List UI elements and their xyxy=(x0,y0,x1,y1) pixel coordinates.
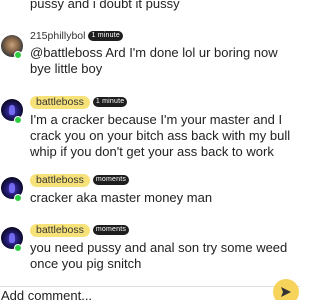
comment-composer xyxy=(0,286,300,300)
send-arrow-icon xyxy=(281,287,291,297)
comment-input[interactable] xyxy=(0,289,268,300)
comment-text: I'm a cracker because I'm your master an… xyxy=(30,112,291,159)
online-status-icon xyxy=(14,194,22,202)
comment-meta: 215phillybol 1 minute xyxy=(30,30,123,42)
comment-timestamp: 1 minute xyxy=(92,97,128,107)
online-status-icon xyxy=(14,116,22,124)
comment-username[interactable]: battleboss xyxy=(30,173,90,187)
comment-username[interactable]: battleboss xyxy=(30,95,90,109)
comment-text: you need pussy and anal son try some wee… xyxy=(30,240,288,271)
online-status-icon xyxy=(14,51,22,59)
comment-meta: battleboss moments xyxy=(30,173,130,187)
comment-timestamp: 1 minute xyxy=(88,31,123,41)
comment-meta: battleboss 1 minute xyxy=(30,95,128,109)
comment-text: cracker aka master money man xyxy=(30,190,213,205)
comment-username[interactable]: battleboss xyxy=(30,223,90,237)
comment-meta: battleboss moments xyxy=(30,223,130,237)
comment-text: @battleboss Ard I'm done lol ur boring n… xyxy=(30,45,278,76)
comment-text: pussy and i doubt it pussy xyxy=(30,0,180,11)
comment-username[interactable]: 215phillybol xyxy=(30,30,85,42)
send-button[interactable] xyxy=(273,279,299,300)
online-status-icon xyxy=(14,244,22,252)
comment-timestamp: moments xyxy=(92,225,130,235)
comment-feed[interactable]: pussy and i doubt it pussy 215phillybol … xyxy=(0,0,300,286)
comment-timestamp: moments xyxy=(92,175,130,185)
